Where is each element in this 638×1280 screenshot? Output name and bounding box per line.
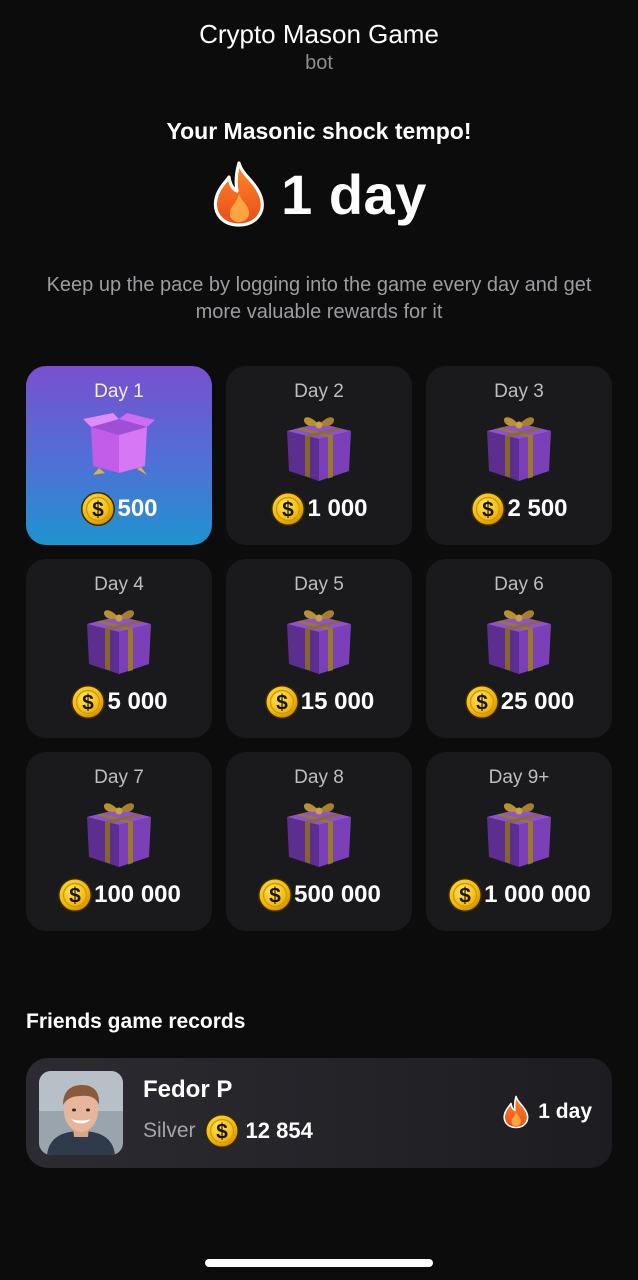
reward-card-day-3[interactable]: Day 3 2 500 (426, 366, 612, 545)
app-title: Crypto Mason Game (199, 19, 439, 49)
coin-icon (447, 877, 483, 913)
home-indicator[interactable] (205, 1259, 433, 1267)
flame-icon (502, 1094, 530, 1130)
reward-card-day-5[interactable]: Day 5 15 000 (226, 559, 412, 738)
reward-amount-value: 5 000 (107, 688, 168, 715)
reward-day-label: Day 6 (494, 574, 544, 595)
friend-streak: 1 day (502, 1094, 592, 1130)
reward-amount-value: 100 000 (94, 881, 181, 908)
gift-box-icon (481, 797, 557, 869)
reward-amount: 100 000 (26, 877, 212, 913)
reward-card-day-8[interactable]: Day 8 500 000 (226, 752, 412, 931)
reward-amount: 500 (26, 491, 212, 527)
app-subtitle: bot (305, 52, 333, 74)
reward-amount-value: 500 (117, 495, 158, 522)
reward-card-day-1[interactable]: Day 1 500 (26, 366, 212, 545)
reward-amount: 15 000 (226, 684, 412, 720)
reward-card-day-4[interactable]: Day 4 5 000 (26, 559, 212, 738)
reward-day-label: Day 8 (294, 767, 344, 788)
gift-box-icon (281, 797, 357, 869)
reward-amount: 1 000 000 (426, 877, 612, 913)
coin-icon (264, 684, 300, 720)
reward-amount-value: 1 000 (307, 495, 368, 522)
friend-record-item[interactable]: Fedor P Silver 12 854 1 day (26, 1058, 612, 1168)
reward-amount-value: 15 000 (300, 688, 375, 715)
coin-icon (270, 491, 306, 527)
coin-icon (257, 877, 293, 913)
streak-description: Keep up the pace by logging into the gam… (46, 274, 592, 323)
reward-amount: 25 000 (426, 684, 612, 720)
reward-card-day-9-plus[interactable]: Day 9+ 1 000 000 (426, 752, 612, 931)
reward-day-label: Day 5 (294, 574, 344, 595)
reward-amount-value: 25 000 (500, 688, 575, 715)
avatar (39, 1071, 123, 1155)
streak-heading: Your Masonic shock tempo! (166, 118, 472, 144)
friend-score: 12 854 (245, 1118, 313, 1143)
reward-amount: 500 000 (226, 877, 412, 913)
gift-box-icon (481, 604, 557, 676)
coin-icon (70, 684, 106, 720)
gift-box-icon (81, 604, 157, 676)
coin-icon (204, 1113, 240, 1149)
gift-box-icon (281, 411, 357, 483)
reward-card-day-2[interactable]: Day 2 1 000 (226, 366, 412, 545)
reward-day-label: Day 4 (94, 574, 144, 595)
friend-streak-value: 1 day (538, 1100, 592, 1123)
reward-card-day-7[interactable]: Day 7 100 000 (26, 752, 212, 931)
coin-icon (470, 491, 506, 527)
reward-day-label: Day 3 (494, 381, 544, 402)
friends-section-title: Friends game records (26, 1010, 246, 1033)
streak-value: 1 day (0, 160, 638, 228)
reward-day-label: Day 2 (294, 381, 344, 402)
coin-icon (80, 491, 116, 527)
reward-day-label: Day 7 (94, 767, 144, 788)
open-box-icon (81, 411, 157, 483)
gift-box-icon (281, 604, 357, 676)
gift-box-icon (481, 411, 557, 483)
reward-amount: 5 000 (26, 684, 212, 720)
reward-amount-value: 1 000 000 (484, 881, 591, 908)
friend-name: Fedor P (143, 1076, 233, 1103)
streak-days: 1 day (281, 162, 427, 226)
gift-box-icon (81, 797, 157, 869)
app-header: Crypto Mason Game bot (0, 18, 638, 76)
friend-meta: Silver 12 854 (143, 1113, 313, 1149)
reward-amount-value: 500 000 (294, 881, 381, 908)
streak-page: Crypto Mason Game bot Your Masonic shock… (0, 0, 638, 1280)
daily-rewards-grid: Day 1 500 Day 2 1 000 Day 3 2 500 Day 4 … (26, 366, 612, 931)
reward-day-label: Day 1 (94, 381, 144, 402)
friend-league: Silver (143, 1119, 196, 1142)
reward-card-day-6[interactable]: Day 6 25 000 (426, 559, 612, 738)
reward-amount-value: 2 500 (507, 495, 568, 522)
coin-icon (464, 684, 500, 720)
avatar-image (39, 1071, 123, 1155)
reward-day-label: Day 9+ (488, 767, 550, 788)
flame-icon (211, 160, 267, 228)
coin-icon (57, 877, 93, 913)
reward-amount: 2 500 (426, 491, 612, 527)
reward-amount: 1 000 (226, 491, 412, 527)
